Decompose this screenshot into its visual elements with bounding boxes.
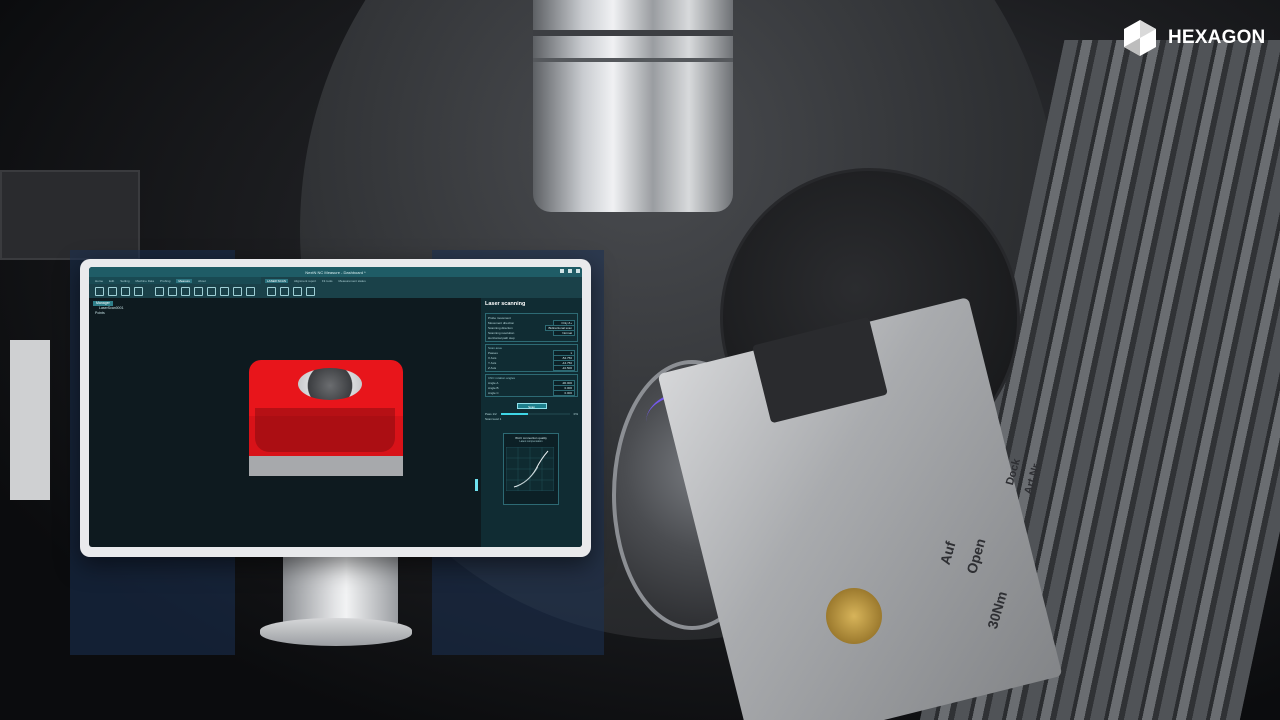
menu-about[interactable]: About — [198, 279, 206, 283]
align-tool-icon[interactable] — [121, 286, 130, 296]
hexagon-logo: HEXAGON — [1120, 18, 1265, 58]
spindle-ring — [533, 30, 733, 36]
tab-alignment-report[interactable]: Alignment report — [294, 279, 316, 283]
axis-tool-icon[interactable] — [134, 286, 143, 296]
wifi-quality-chart — [505, 446, 555, 492]
menu-edit[interactable]: Edit — [109, 279, 114, 283]
setting-label: Horizontal path step — [488, 335, 515, 340]
camera-icon[interactable] — [220, 286, 229, 296]
field-label: Passes — [488, 350, 498, 355]
wifi-subtitle: Latest compensation — [519, 440, 543, 443]
maximize-button[interactable] — [568, 269, 572, 273]
progress-fill — [500, 413, 529, 415]
panel-collapse-handle[interactable] — [475, 479, 478, 491]
menu-machine-data[interactable]: Machine Data — [136, 279, 155, 283]
fixture-tool-icon[interactable] — [155, 286, 164, 296]
spindle-ring — [533, 58, 733, 62]
part-fixture — [249, 456, 403, 476]
setting-label: Scanning resolution — [488, 330, 515, 335]
grid-icon[interactable] — [246, 286, 255, 296]
title-bar: NextN NC Measure - Dashboard * — [89, 267, 582, 277]
target-tool-icon[interactable] — [108, 286, 117, 296]
window-controls — [560, 269, 580, 273]
scan-area-group: Scan area Passes 1 X Axis -54.750 Y Axis -4… — [485, 344, 578, 372]
angle-c-input[interactable]: 0.000 — [553, 389, 575, 396]
machine-side-plate — [10, 340, 50, 500]
field-label: Angle A — [488, 380, 499, 385]
setting-label: Scanning direction — [488, 325, 513, 330]
progress-percent: 0% — [573, 412, 578, 416]
app-title: NextN NC Measure - Dashboard * — [305, 269, 366, 275]
monitor-stand — [283, 557, 398, 623]
field-label: Z Axis — [488, 365, 497, 370]
panel-title: Laser scanning — [485, 301, 526, 307]
minimize-button[interactable] — [560, 269, 564, 273]
laser-probe-icon[interactable] — [280, 286, 289, 296]
monitor-stand-base — [260, 618, 412, 646]
progress-track — [500, 413, 570, 415]
context-tabs: LASER SCAN Alignment report Fit tools Me… — [261, 277, 582, 284]
menu-home[interactable]: Home — [95, 279, 103, 283]
folder-icon[interactable] — [194, 286, 203, 296]
scan-settings-icon[interactable] — [267, 286, 276, 296]
toolbar — [89, 284, 582, 298]
field-label: X Axis — [488, 355, 497, 360]
layers-icon[interactable] — [233, 286, 242, 296]
cnc-angles-group: CNC rotation angles Angle A -90.000 Angle… — [485, 374, 578, 397]
probe-tool-icon[interactable] — [95, 286, 104, 296]
report-icon[interactable] — [306, 286, 315, 296]
scanned-part-shading — [255, 408, 395, 452]
field-label: Angle B — [488, 385, 499, 390]
field-label: Y Axis — [488, 360, 497, 365]
menu-setting[interactable]: Setting — [120, 279, 129, 283]
scan-button[interactable]: Scan — [516, 403, 547, 409]
machine-side-plate — [0, 170, 140, 260]
hexagon-logo-icon — [1124, 20, 1156, 56]
setting-row: Horizontal path step — [488, 335, 575, 340]
app-window: NextN NC Measure - Dashboard * Home Edit… — [89, 267, 582, 547]
scan-level-row: Scan level 1 — [485, 416, 525, 421]
probe-movement-group: Probe movement Movement direction Only Z… — [485, 313, 578, 342]
field-label: Angle C — [488, 390, 499, 395]
setting-label: Probe movement — [488, 315, 511, 320]
scene: Auf Open 30Nm Dock Art.Nr. HEXAGON NextN… — [0, 0, 1280, 720]
scanned-part-bore — [298, 368, 362, 400]
menu-bar: Home Edit Setting Machine Data Probing M… — [89, 277, 269, 284]
setting-label: Movement direction — [488, 320, 515, 325]
close-button[interactable] — [576, 269, 580, 273]
menu-measure[interactable]: Measure — [176, 278, 193, 283]
pin-tool-icon[interactable] — [168, 286, 177, 296]
wifi-quality-widget: Wi-Fi connection quality Latest compensa… — [503, 433, 559, 505]
scan-level-label: Scan level 1 — [485, 416, 502, 421]
tab-fit-tools[interactable]: Fit tools — [322, 279, 333, 283]
laser-scanning-panel: Laser scanning Probe movement Movement d… — [481, 298, 582, 547]
tab-measurement-status[interactable]: Measurement status — [339, 279, 366, 283]
scanning-resolution-select[interactable]: Normal — [553, 329, 575, 336]
tab-laser-scan[interactable]: LASER SCAN — [265, 278, 289, 283]
open-folder-icon[interactable] — [181, 286, 190, 296]
hexagon-logo-text: HEXAGON — [1168, 27, 1266, 48]
monitor: NextN NC Measure - Dashboard * Home Edit… — [80, 259, 591, 557]
z-axis-input[interactable]: -10.500 — [553, 364, 575, 371]
3d-viewport[interactable] — [89, 298, 474, 547]
brass-screw — [826, 588, 882, 644]
laptop-icon[interactable] — [207, 286, 216, 296]
menu-probing[interactable]: Probing — [160, 279, 170, 283]
image-icon[interactable] — [293, 286, 302, 296]
progress-label: Pass 1/2 — [485, 412, 497, 416]
